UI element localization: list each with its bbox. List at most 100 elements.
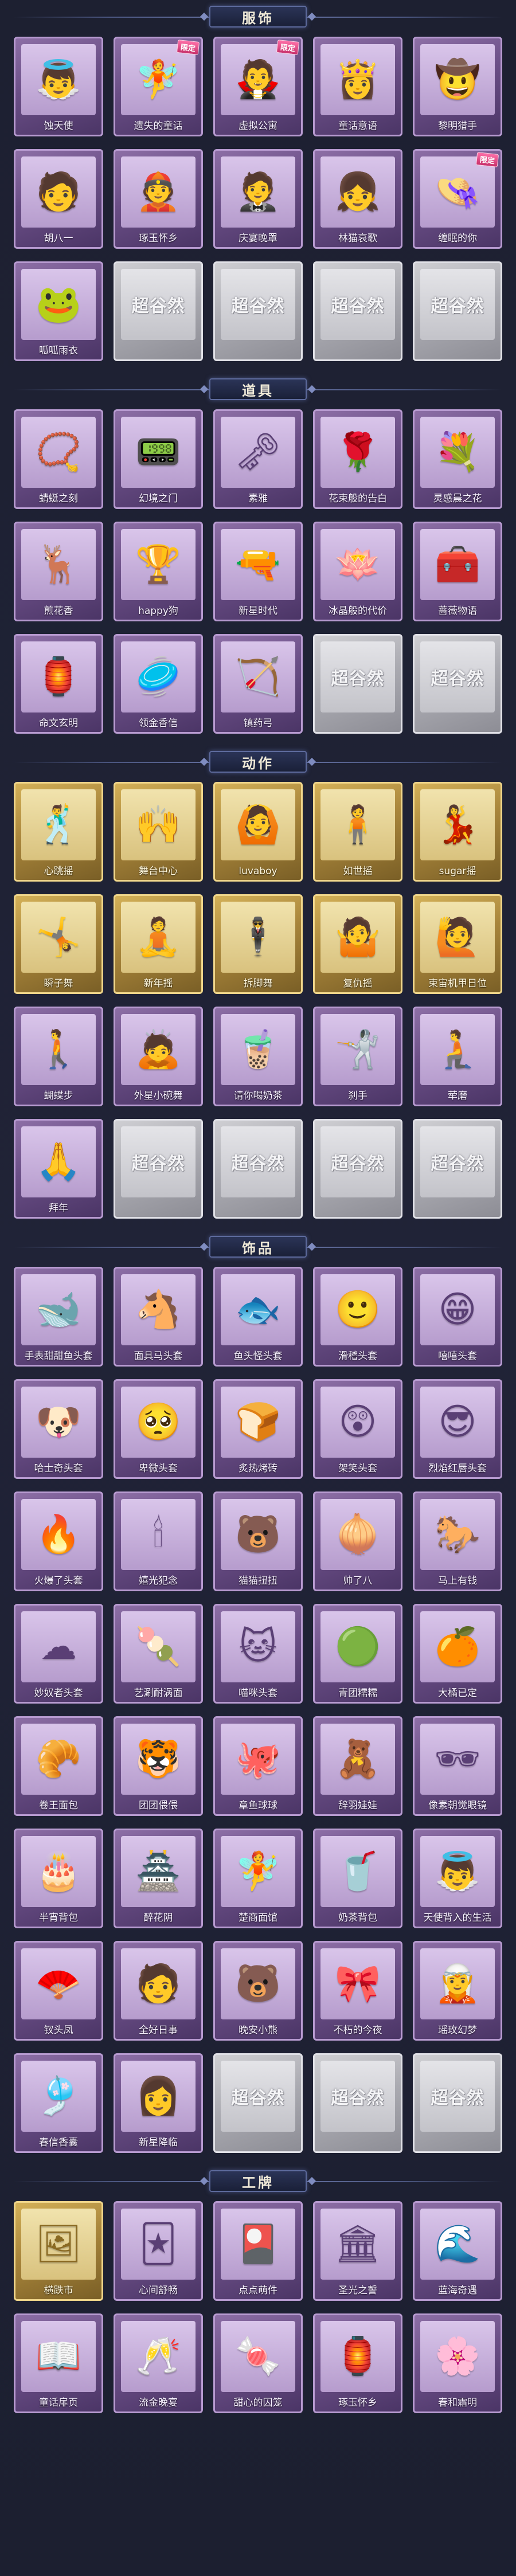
item-card[interactable]: 🙂 滑稽头套 — [313, 1267, 402, 1367]
item-card[interactable]: 🥏 领金香信 — [114, 634, 203, 734]
item-card[interactable]: 🥺 卑微头套 — [114, 1379, 203, 1479]
item-card[interactable]: 👲 琢玉怀乡 — [114, 149, 203, 249]
item-card[interactable]: 🗝 素雅 — [213, 409, 303, 509]
item-card[interactable]: 🎀 不朽的今夜 — [313, 1941, 402, 2041]
item-art: 🙋 — [420, 902, 495, 973]
item-card[interactable]: 🟢 青团糯糯 — [313, 1604, 402, 1704]
item-card[interactable]: 🐙 章鱼球球 — [213, 1716, 303, 1816]
item-card[interactable]: 🧝 瑶玫幻梦 — [413, 1941, 502, 2041]
item-card[interactable]: 👼 蚀天使 — [14, 37, 103, 136]
item-card[interactable]: 🪷 冰晶般的代价 — [313, 522, 402, 621]
item-card[interactable]: 😁 嘻嘻头套 — [413, 1267, 502, 1367]
pose-figure-icon: 🧋 — [235, 1028, 281, 1071]
item-card[interactable]: 🤠 黎明猎手 — [413, 37, 502, 136]
pose-figure-icon: 🕴 — [235, 916, 281, 958]
item-card[interactable]: 👸 童话意语 — [313, 37, 402, 136]
item-card[interactable]: 🧰 蔷薇物语 — [413, 522, 502, 621]
item-card[interactable]: 🙇 外星小碗舞 — [114, 1007, 203, 1106]
item-card[interactable]: 😲 架笑头套 — [313, 1379, 402, 1479]
item-card[interactable]: 🌊 蓝海奇遇 — [413, 2201, 502, 2301]
item-card[interactable]: 🤺 刹手 — [313, 1007, 402, 1106]
placeholder-watermark: 超谷然 — [221, 269, 295, 340]
item-card[interactable]: 🤵 庆宴晚罩 — [213, 149, 303, 249]
item-card[interactable]: 🍡 艺涮耐涡面 — [114, 1604, 203, 1704]
item-card[interactable]: 🐋 手表甜甜鱼头套 — [14, 1267, 103, 1367]
item-card[interactable]: 🏯 醉花阴 — [114, 1829, 203, 1928]
pose-figure-icon: 🧘 — [135, 916, 181, 958]
item-card[interactable]: 🍊 大橘已定 — [413, 1604, 502, 1704]
item-card[interactable]: 🐎 马上有钱 — [413, 1491, 502, 1591]
item-card[interactable]: 🧋 请你喝奶茶 — [213, 1007, 303, 1106]
item-card[interactable]: 🧅 帅了八 — [313, 1491, 402, 1591]
item-card[interactable]: 🧚 限定 遗失的童话 — [114, 37, 203, 136]
item-card[interactable]: 👼 天使背入的生活 — [413, 1829, 502, 1928]
item-card[interactable]: 📖 童话扉页 — [14, 2313, 103, 2413]
item-grid: 🖼 横跌市 🃏 心间舒畅 🎴 点点萌件 🏛 圣光之誓 🌊 蓝海奇遇 📖 童话扉页 🥂 流金晚宴 🍬 甜心的囚笼… — [14, 2198, 502, 2425]
item-card[interactable]: 😎 烈焰红唇头套 — [413, 1379, 502, 1479]
item-card[interactable]: 🏆 happy狗 — [114, 522, 203, 621]
item-card[interactable]: 👧 林猫哀歌 — [313, 149, 402, 249]
item-card[interactable]: 🙌 舞台中心 — [114, 782, 203, 882]
item-card[interactable]: 🥤 奶茶背包 — [313, 1829, 402, 1928]
item-card[interactable]: 📿 蜻蜓之刻 — [14, 409, 103, 509]
item-card[interactable]: 🕺 心跳摇 — [14, 782, 103, 882]
item-card[interactable]: 🌹 花束般的告白 — [313, 409, 402, 509]
item-card[interactable]: 🖼 横跌市 — [14, 2201, 103, 2301]
item-card[interactable]: 🕯 嬉光犯念 — [114, 1491, 203, 1591]
item-card[interactable]: 🔥 火爆了头套 — [14, 1491, 103, 1591]
item-card[interactable]: 🤸 瞬子舞 — [14, 894, 103, 994]
empty-slot: 超谷然 — [213, 261, 303, 361]
item-card[interactable]: 🔫 新星时代 — [213, 522, 303, 621]
item-card[interactable]: 👒 限定 缠眠的你 — [413, 149, 502, 249]
item-card[interactable]: 🥐 卷王面包 — [14, 1716, 103, 1816]
item-card[interactable]: 🕶 像素朝觉眼镜 — [413, 1716, 502, 1816]
item-card[interactable]: 🧑 胡八一 — [14, 149, 103, 249]
item-card[interactable]: 🙏 拜年 — [14, 1119, 103, 1219]
necklace-icon: 📿 — [36, 431, 81, 473]
item-card[interactable]: 🏮 琢玉怀乡 — [313, 2313, 402, 2413]
item-card[interactable]: 🙆 luvaboy — [213, 782, 303, 882]
item-name: 卷王面包 — [39, 1800, 78, 1811]
item-card[interactable]: 🧛 限定 虚拟公寓 — [213, 37, 303, 136]
item-card[interactable]: 🍞 炙热烤砖 — [213, 1379, 303, 1479]
item-card[interactable]: 🧍 如世摇 — [313, 782, 402, 882]
item-card[interactable]: 🎴 点点萌件 — [213, 2201, 303, 2301]
item-card[interactable]: 🚶 蝴蝶步 — [14, 1007, 103, 1106]
item-card[interactable]: 🌸 春和霜明 — [413, 2313, 502, 2413]
item-card[interactable]: 🐻 晚安小熊 — [213, 1941, 303, 2041]
item-card[interactable]: 🐶 哈士奇头套 — [14, 1379, 103, 1479]
item-card[interactable]: 🃏 心间舒畅 — [114, 2201, 203, 2301]
item-card[interactable]: 🧚 楚商面馆 — [213, 1829, 303, 1928]
item-card[interactable]: 💐 灵感晨之花 — [413, 409, 502, 509]
item-card[interactable]: 🎐 春信香囊 — [14, 2053, 103, 2153]
item-card[interactable]: 🏮 命文玄明 — [14, 634, 103, 734]
item-card[interactable]: 🐴 面具马头套 — [114, 1267, 203, 1367]
item-card[interactable]: 🐯 团团偎偎 — [114, 1716, 203, 1816]
item-card[interactable]: 🏛 圣光之誓 — [313, 2201, 402, 2301]
item-card[interactable]: 📟 幻境之门 — [114, 409, 203, 509]
pose-figure-icon: 🙇 — [135, 1028, 181, 1071]
item-grid: 📿 蜻蜓之刻 📟 幻境之门 🗝 素雅 🌹 花束般的告白 💐 灵感晨之花 🦌 煎花香 🏆 happy狗 🔫 新星… — [14, 406, 502, 745]
item-card[interactable]: 🧘 新年摇 — [114, 894, 203, 994]
item-card[interactable]: 🐸 呱呱雨衣 — [14, 261, 103, 361]
item-card[interactable]: 🪭 钗头凤 — [14, 1941, 103, 2041]
item-card[interactable]: 💃 sugar摇 — [413, 782, 502, 882]
item-card[interactable]: 🤷 复仇摇 — [313, 894, 402, 994]
item-card[interactable]: 🧸 辞羽娃娃 — [313, 1716, 402, 1816]
item-card[interactable]: 🐻 猫猫扭扭 — [213, 1491, 303, 1591]
item-card[interactable]: 🎂 半宵背包 — [14, 1829, 103, 1928]
item-card[interactable]: 🍬 甜心的囚笼 — [213, 2313, 303, 2413]
item-card[interactable]: 🥂 流金晚宴 — [114, 2313, 203, 2413]
item-card[interactable]: 🐟 鱼头怪头套 — [213, 1267, 303, 1367]
item-card[interactable]: 🧎 荦磨 — [413, 1007, 502, 1106]
item-name: 冰晶般的代价 — [329, 605, 387, 617]
item-card[interactable]: 👩 新星降临 — [114, 2053, 203, 2153]
item-card[interactable]: ☁ 妙奴者头套 — [14, 1604, 103, 1704]
item-card[interactable]: 🏹 镇药弓 — [213, 634, 303, 734]
item-card[interactable]: 🦌 煎花香 — [14, 522, 103, 621]
item-card[interactable]: 🙋 束宙机甲日位 — [413, 894, 502, 994]
item-card[interactable]: 🐱 喵咪头套 — [213, 1604, 303, 1704]
mask-head-icon: 🐟 — [235, 1289, 281, 1331]
item-card[interactable]: 🕴 拆脚舞 — [213, 894, 303, 994]
item-card[interactable]: 🧑 全好日事 — [114, 1941, 203, 2041]
